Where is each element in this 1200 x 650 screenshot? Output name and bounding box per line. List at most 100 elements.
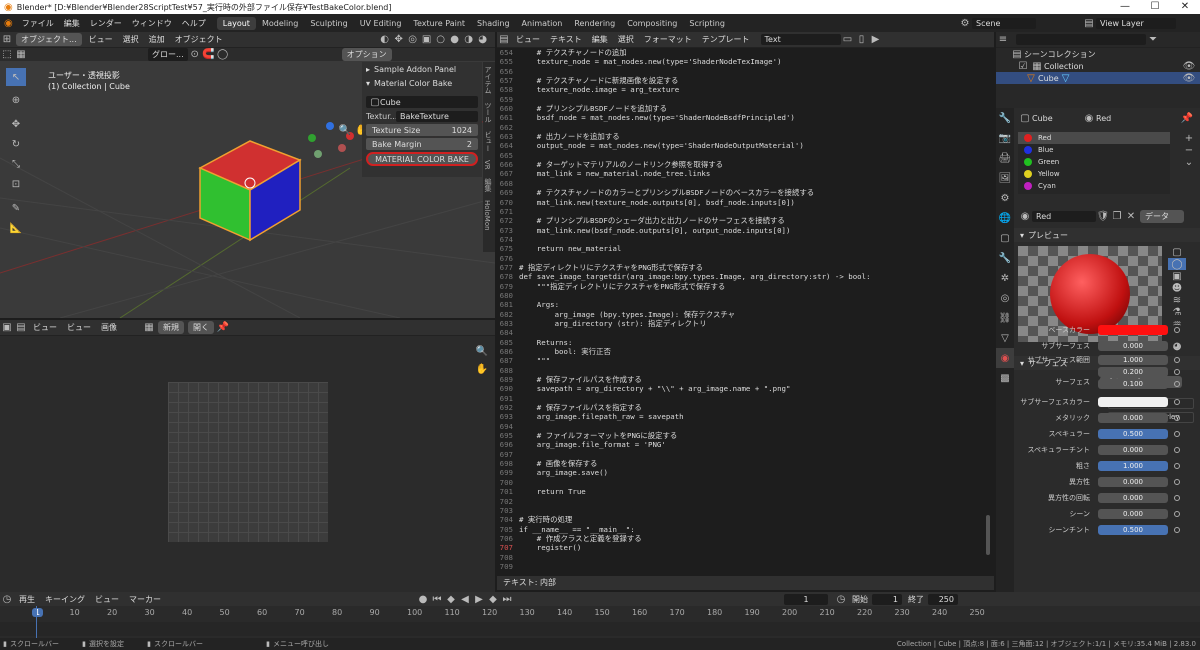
view-layer-name[interactable]: View Layer — [1096, 17, 1176, 29]
tab-compositing[interactable]: Compositing — [621, 17, 683, 30]
shader-input-value[interactable]: 1.000 — [1098, 461, 1168, 471]
shader-input-value[interactable]: 0.000 — [1098, 477, 1168, 487]
preview-monkey-icon[interactable]: ☻ — [1168, 282, 1186, 294]
record-icon[interactable]: ● — [416, 592, 430, 606]
code-line[interactable]: 682 arg_image (bpy.types.Image): 保存テクスチャ — [497, 310, 987, 319]
filter-icon[interactable]: ⏷ — [1146, 33, 1160, 47]
bake-margin-field[interactable]: Bake Margin 2 — [366, 138, 478, 150]
tool-tab-icon[interactable]: 🔧 — [996, 108, 1014, 128]
text-editor-type-icon[interactable]: ▤ — [497, 33, 511, 47]
object-field[interactable]: ▢ Cube — [366, 96, 478, 108]
code-line[interactable]: 676 — [497, 254, 987, 263]
shader-input-value[interactable]: 0.500 — [1098, 525, 1168, 535]
open-text-icon[interactable]: ▯ — [855, 33, 869, 47]
current-frame-field[interactable]: 1 — [784, 593, 828, 605]
socket-link-icon[interactable] — [1174, 463, 1180, 469]
physics-tab-icon[interactable]: ◎ — [996, 288, 1014, 308]
add-slot-icon[interactable]: + — [1184, 132, 1194, 144]
code-line[interactable]: 659 — [497, 95, 987, 104]
gizmo-icon[interactable]: ✥ — [392, 33, 406, 47]
scene-selector[interactable]: ⚙ Scene — [958, 16, 1036, 30]
socket-link-icon[interactable] — [1174, 369, 1180, 375]
move-tool-icon[interactable]: ✥ — [6, 114, 26, 134]
visibility-icon[interactable]: ◐ — [378, 33, 392, 47]
slot-menu-icon[interactable]: ⌄ — [1184, 156, 1194, 168]
code-line[interactable]: 668 — [497, 179, 987, 188]
menu-file[interactable]: ファイル — [17, 18, 59, 29]
remove-slot-icon[interactable]: − — [1184, 144, 1194, 156]
code-line[interactable]: 673 mat_link.new(bsdf_node.outputs[0], o… — [497, 226, 987, 235]
shader-input-value[interactable] — [1098, 325, 1168, 335]
code-line[interactable]: 690 savepath = arg_directory + "\\" + ar… — [497, 384, 987, 393]
material-slot[interactable]: Cyan — [1018, 180, 1170, 192]
shading-material-icon[interactable]: ◑ — [462, 33, 476, 47]
image-menu-view[interactable]: ビュー — [62, 322, 96, 333]
socket-link-icon[interactable] — [1174, 415, 1180, 421]
code-line[interactable]: 704 # 実行時の処理 — [497, 515, 987, 524]
pin-properties-icon[interactable]: 📌 — [1180, 111, 1194, 125]
world-tab-icon[interactable]: 🌐 — [996, 208, 1014, 228]
tab-uv-editing[interactable]: UV Editing — [354, 17, 408, 30]
image-mode-icon[interactable]: ▤ — [14, 321, 28, 335]
shader-input-value[interactable]: 0.000 — [1098, 413, 1168, 423]
image-editor-area[interactable]: 🔍 ✋ — [0, 336, 495, 592]
preview-hair-icon[interactable]: ≋ — [1168, 294, 1186, 306]
shader-input-value[interactable]: 0.000 — [1098, 493, 1168, 503]
text-menu-templates[interactable]: テンプレート — [697, 34, 755, 45]
code-scrollbar[interactable] — [986, 515, 990, 555]
material-name-field[interactable]: Red — [1032, 210, 1096, 222]
socket-link-icon[interactable] — [1174, 527, 1180, 533]
image-menu-image[interactable]: 画像 — [96, 322, 122, 333]
image-menu-view-mode[interactable]: ビュー — [28, 322, 62, 333]
material-slot[interactable]: Blue — [1018, 144, 1170, 156]
code-line[interactable]: 692 # 保存ファイルパスを指定する — [497, 403, 987, 412]
code-line[interactable]: 691 — [497, 394, 987, 403]
menu-window[interactable]: ウィンドウ — [127, 18, 177, 29]
code-line[interactable]: 689 # 保存ファイルパスを作成する — [497, 375, 987, 384]
text-menu-view[interactable]: ビュー — [511, 34, 545, 45]
shading-render-icon[interactable]: ◕ — [476, 33, 490, 47]
run-script-icon[interactable]: ▶ — [869, 33, 883, 47]
code-line[interactable]: 663 # 出力ノードを追加する — [497, 132, 987, 141]
next-key-icon[interactable]: ◆ — [486, 592, 500, 606]
shader-input-value[interactable]: 0.000 — [1098, 509, 1168, 519]
annotate-tool-icon[interactable]: ✎ — [6, 198, 26, 218]
data-tab-icon[interactable]: ▽ — [996, 328, 1014, 348]
socket-link-icon[interactable] — [1174, 479, 1180, 485]
code-line[interactable]: 708 — [497, 553, 987, 562]
zoom-icon[interactable]: 🔍 — [338, 120, 352, 140]
rotate-tool-icon[interactable]: ↻ — [6, 134, 26, 154]
jump-end-icon[interactable]: ⏭ — [500, 592, 514, 606]
code-line[interactable]: 679 """指定ディレクトリにテクスチャをPNG形式で保存する — [497, 282, 987, 291]
material-slot[interactable]: Red — [1018, 132, 1170, 144]
playhead[interactable] — [36, 606, 37, 638]
tab-shading[interactable]: Shading — [471, 17, 516, 30]
outliner-type-icon[interactable]: ≡ — [996, 33, 1010, 47]
tab-rendering[interactable]: Rendering — [568, 17, 621, 30]
code-line[interactable]: 697 — [497, 450, 987, 459]
link-data-dropdown[interactable]: データ — [1140, 209, 1184, 223]
code-line[interactable]: 658 texture_node.image = arg_texture — [497, 85, 987, 94]
tab-animation[interactable]: Animation — [516, 17, 569, 30]
transform-tool-icon[interactable]: ⊡ — [6, 174, 26, 194]
shader-input-value[interactable] — [1098, 397, 1168, 407]
code-line[interactable]: 674 — [497, 235, 987, 244]
timeline-menu-keying[interactable]: キーイング — [40, 594, 90, 605]
shader-input-value[interactable]: 0.500 — [1098, 429, 1168, 439]
constraints-tab-icon[interactable]: ⛓ — [996, 308, 1014, 328]
code-line[interactable]: 706 # 作成クラスと定義を登録する — [497, 534, 987, 543]
timeline-menu-view[interactable]: ビュー — [90, 594, 124, 605]
material-slot[interactable]: Green — [1018, 156, 1170, 168]
text-menu-select[interactable]: 選択 — [613, 34, 639, 45]
code-line[interactable]: 666 # ターゲットマテリアルのノードリンク参照を取得する — [497, 160, 987, 169]
image-pan-icon[interactable]: ✋ — [475, 362, 489, 376]
code-line[interactable]: 655 texture_node = mat_nodes.new(type='S… — [497, 57, 987, 66]
viewport-menu-view[interactable]: ビュー — [84, 34, 118, 45]
tab-item[interactable]: アイテム — [483, 62, 493, 98]
preview-shaderball-icon[interactable]: ⚗ — [1168, 306, 1186, 318]
menu-help[interactable]: ヘルプ — [177, 18, 211, 29]
code-line[interactable]: 684 — [497, 328, 987, 337]
image-browse-icon[interactable]: ▦ — [142, 321, 156, 335]
shader-input-value[interactable]: 0.100 — [1098, 379, 1168, 389]
unlink-material-icon[interactable]: ✕ — [1124, 209, 1138, 223]
